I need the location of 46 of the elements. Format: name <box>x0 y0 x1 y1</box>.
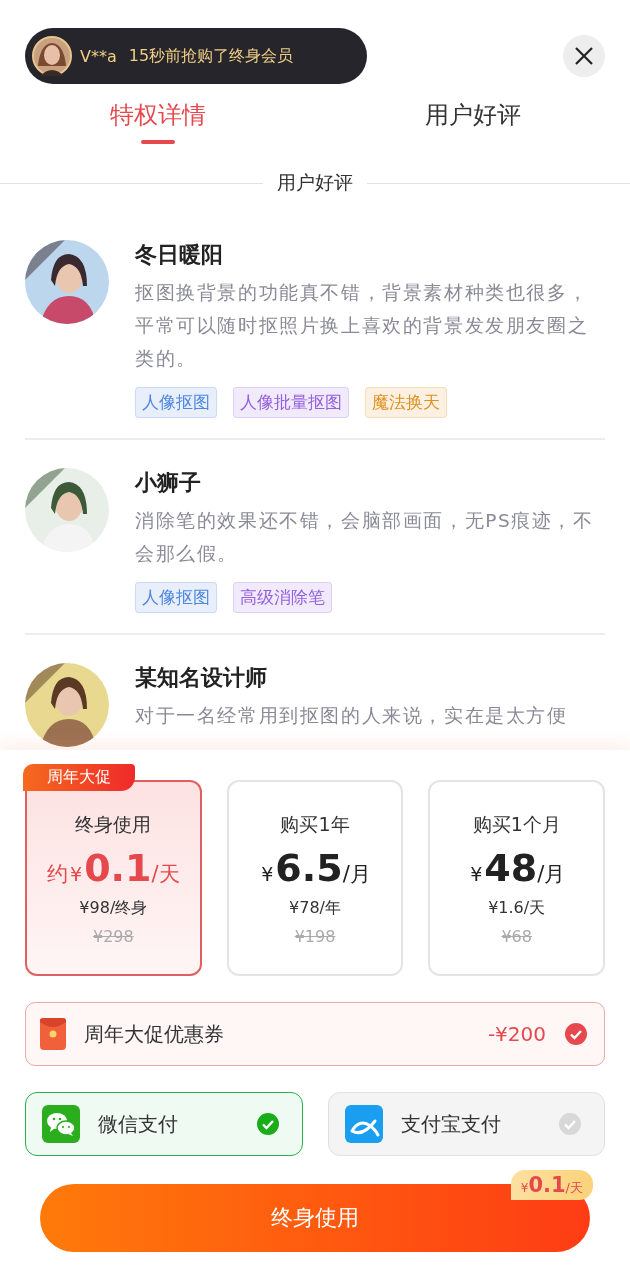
toast-message: 15秒前抢购了终身会员 <box>128 45 294 67</box>
currency-sign: ¥ <box>520 1181 529 1195</box>
plan-subprice: ¥98/终身 <box>79 898 148 919</box>
promo-badge: 周年大促 <box>23 764 135 791</box>
feature-tag: 人像批量抠图 <box>233 387 349 418</box>
price-prefix: 约 <box>47 861 69 888</box>
review-text: 抠图换背景的功能真不错，背景素材种类也很多，平常可以随时抠照片换上喜欢的背景发发朋友圈之类的。 <box>135 281 590 371</box>
review-text: 对于一名经常用到抠图的人来说，实在是太方便 <box>135 704 569 728</box>
payment-option[interactable]: 微信支付 <box>25 1092 303 1156</box>
tab[interactable]: 特权详情 <box>0 84 315 146</box>
original-price: ¥198 <box>294 927 336 946</box>
price-unit: /月 <box>537 862 566 888</box>
plan-title: 终身使用 <box>75 812 152 837</box>
plan-title: 购买1年 <box>280 812 350 837</box>
plan-price: 0.1 <box>84 846 152 890</box>
coupon-row[interactable]: 周年大促优惠券 -¥200 <box>25 1002 605 1066</box>
currency-sign: ¥ <box>70 863 83 885</box>
original-price: ¥298 <box>92 927 134 946</box>
plan-subprice: ¥1.6/天 <box>488 898 546 919</box>
plan-title: 购买1个月 <box>472 812 561 837</box>
plan-card[interactable]: 购买1个月 ¥48/月 ¥1.6/天 ¥68 <box>428 780 605 976</box>
plan-subprice: ¥78/年 <box>289 898 341 919</box>
currency-sign: ¥ <box>470 863 483 885</box>
coupon-amount: -¥200 <box>487 1022 546 1046</box>
payment-label: 微信支付 <box>98 1110 179 1138</box>
plan-price: 48 <box>484 846 538 890</box>
reviewer-name: 某知名设计师 <box>135 664 268 692</box>
feature-tag: 人像抠图 <box>135 582 217 613</box>
payment-label: 支付宝支付 <box>400 1110 502 1138</box>
section-title: 用户好评 <box>277 170 353 195</box>
reviewer-name: 冬日暖阳 <box>135 241 224 269</box>
feature-tag: 人像抠图 <box>135 387 217 418</box>
review-text: 消除笔的效果还不错，会脑部画面，无PS痕迹，不会那么假。 <box>135 509 595 566</box>
original-price: ¥68 <box>501 927 532 946</box>
toast-username: V**a <box>80 46 117 66</box>
price-unit: /天 <box>151 862 180 888</box>
plan-card[interactable]: 购买1年 ¥6.5/月 ¥78/年 ¥198 <box>226 780 404 976</box>
feature-tag: 高级消除笔 <box>233 582 332 613</box>
tab[interactable]: 用户好评 <box>315 84 630 146</box>
reviewer-name: 小狮子 <box>135 469 202 497</box>
currency-sign: ¥ <box>261 863 274 885</box>
coupon-label: 周年大促优惠券 <box>84 1020 225 1048</box>
plan-price: 6.5 <box>275 846 343 890</box>
payment-option[interactable]: 支付宝支付 <box>327 1092 605 1156</box>
feature-tag: 魔法换天 <box>365 387 447 418</box>
price-unit: /月 <box>342 862 371 888</box>
